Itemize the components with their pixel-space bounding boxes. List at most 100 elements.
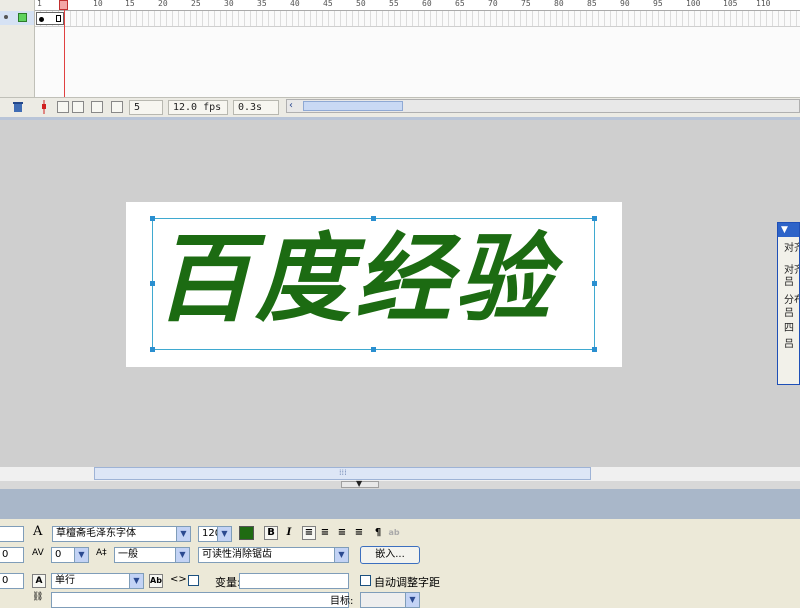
border-toggle[interactable] [188,575,199,586]
resize-handle[interactable] [150,216,155,221]
link-icon: ⛓ [32,592,44,602]
ruler-label: 75 [521,0,531,8]
ruler-label: 50 [356,0,366,8]
chevron-down-icon[interactable]: ▼ [175,548,189,562]
ruler-label: 45 [323,0,333,8]
align-right-icon[interactable]: ≡ [335,526,349,540]
letter-spacing-value: 0 [55,549,62,560]
auto-kern-label: 自动调整字距 [374,576,440,589]
url-field[interactable] [51,592,349,608]
visibility-dot-icon[interactable] [4,15,8,19]
bold-button[interactable]: B [264,526,278,540]
ruler-label: 80 [554,0,564,8]
html-render-icon[interactable]: <> [170,574,187,585]
char-position-select[interactable]: 一般 ▼ [114,547,190,563]
ruler-label: 55 [389,0,399,8]
align-left-icon[interactable]: 吕 [784,273,794,288]
embed-button[interactable]: 嵌入... [360,546,420,564]
resize-handle[interactable] [150,281,155,286]
stage-scrollbar[interactable]: ⁞⁞⁞ [94,467,591,480]
chevron-down-icon[interactable]: ▼ [334,548,348,562]
left-field[interactable] [0,526,24,542]
resize-handle[interactable] [150,347,155,352]
paragraph-icon[interactable]: ¶ [371,526,385,540]
resize-handle[interactable] [371,216,376,221]
text-type-icon: A [32,574,46,588]
resize-handle[interactable] [371,347,376,352]
properties-panel: A 草檀斋毛泽东字体 ▼ 120 ▼ B I ≡ ≡ ≡ ≡ ¶ ab 0 AV… [0,519,800,608]
trash-icon[interactable] [12,101,24,113]
distribute-top-icon[interactable]: 吕 [784,304,794,319]
resize-handle[interactable] [592,347,597,352]
ruler-label: 10 [93,0,103,8]
variable-field[interactable] [239,573,349,589]
align-center-icon[interactable]: ≡ [318,526,332,540]
align-panel-header[interactable]: ▼ [778,223,799,237]
text-bounding-box[interactable] [150,216,597,352]
chevron-down-icon[interactable]: ▼ [176,527,190,541]
anti-alias-select[interactable]: 可读性消除锯齿 ▼ [198,547,349,563]
elapsed-time-field: 0.3s [233,100,279,115]
chevron-down-icon[interactable]: ▼ [405,593,419,607]
playhead-handle[interactable] [59,0,68,10]
layer-outline-icon[interactable] [18,13,27,22]
line-type-select[interactable]: 单行 ▼ [51,573,144,589]
collapse-arrow-icon[interactable]: ▼ [781,225,788,235]
line-type-value: 单行 [55,575,75,586]
collapse-arrow-icon: ▼ [356,479,363,488]
italic-button[interactable]: I [282,526,296,540]
current-frame-field: 5 [129,100,163,115]
align-left-icon[interactable]: ≡ [302,526,316,540]
text-tool-icon: A [33,524,43,539]
space-icon[interactable]: 吕 [784,335,794,350]
text-direction-icon[interactable]: ab [387,526,401,540]
font-family-select[interactable]: 草檀斋毛泽东字体 ▼ [52,526,191,542]
resize-handle[interactable] [592,216,597,221]
align-panel[interactable]: ▼ 对齐 对齐 吕 分布 吕 四 吕 [777,222,800,385]
chevron-down-icon[interactable]: ▼ [74,548,88,562]
timeline-scrollbar[interactable]: ‹ [286,99,800,113]
ruler-label: 60 [422,0,432,8]
end-frame-icon [56,15,61,22]
match-size-icon[interactable]: 四 [784,319,794,334]
scroll-left-icon[interactable]: ‹ [289,100,293,111]
ruler-label: 1 [37,0,42,8]
selectable-icon[interactable]: Ab [149,574,163,588]
anti-alias-value: 可读性消除锯齿 [202,549,272,560]
panel-splitter[interactable] [0,481,800,489]
target-select[interactable]: ▼ [360,592,420,608]
ruler-label: 20 [158,0,168,8]
timeline-scroll-thumb[interactable] [303,101,403,111]
onion-outline-icon[interactable] [72,101,84,113]
frame-rate-field: 12.0 fps [168,100,228,115]
ruler-label: 15 [125,0,135,8]
left-field[interactable]: 0 [0,547,24,563]
resize-handle[interactable] [592,281,597,286]
auto-kern-checkbox[interactable] [360,575,371,586]
letter-spacing-icon: AV [32,548,44,558]
align-label: 对齐 [784,243,799,254]
timeline-panel: 1 5 10 15 20 25 30 35 40 45 50 55 60 65 … [0,0,800,120]
playhead-line [64,10,65,97]
letter-spacing-field[interactable]: 0 ▼ [51,547,89,563]
center-frame-icon[interactable] [40,100,48,114]
keyframe-span[interactable] [36,12,64,25]
justify-icon[interactable]: ≡ [352,526,366,540]
left-value: 0 [2,549,9,560]
ruler-label: 25 [191,0,201,8]
left-field[interactable]: 0 [0,573,24,589]
layer-row[interactable] [0,11,34,25]
chevron-down-icon[interactable]: ▼ [217,527,231,541]
fill-color-swatch[interactable] [239,526,254,540]
collapse-panel-button[interactable]: ▼ [341,479,379,488]
font-size-field[interactable]: 120 ▼ [198,526,232,542]
frame-ruler[interactable]: 1 5 10 15 20 25 30 35 40 45 50 55 60 65 … [35,0,800,11]
frame-track[interactable] [35,11,800,27]
edit-multiple-frames-icon[interactable] [91,101,103,113]
layer-column [0,0,35,97]
ruler-label: 100 [686,0,701,8]
ruler-label: 40 [290,0,300,8]
modify-onion-markers-icon[interactable] [111,101,123,113]
onion-skin-icon[interactable] [57,101,69,113]
chevron-down-icon[interactable]: ▼ [129,574,143,588]
